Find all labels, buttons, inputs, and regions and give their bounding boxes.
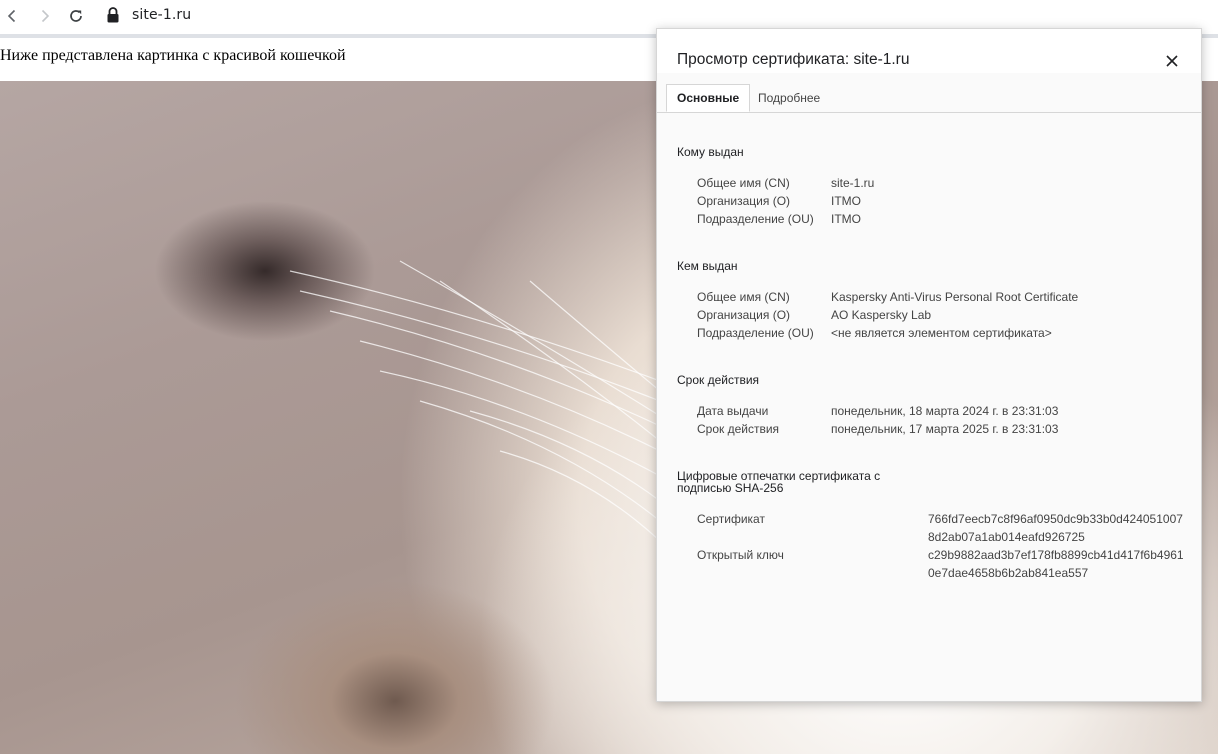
issue-date-value: понедельник, 18 марта 2024 г. в 23:31:03 [831, 404, 1059, 418]
reload-button[interactable] [64, 4, 88, 28]
back-button[interactable] [0, 4, 24, 28]
tab-general[interactable]: Основные [666, 84, 751, 112]
cert-fingerprint-label: Сертификат [697, 512, 765, 526]
reload-icon [70, 10, 82, 22]
address-bar-url[interactable]: site-1.ru [132, 7, 191, 23]
page-caption: Ниже представлена картинка с красивой ко… [0, 47, 346, 64]
lock-icon [107, 7, 119, 23]
close-button[interactable] [1162, 51, 1182, 71]
fingerprints-heading-line2: подписью SHA-256 [677, 481, 784, 495]
issued-to-ou-label: Подразделение (OU) [697, 212, 814, 226]
site-info-button[interactable] [106, 6, 120, 24]
issued-by-heading: Кем выдан [677, 259, 738, 273]
arrow-left-icon [7, 9, 16, 23]
dialog-header: Просмотр сертификата: site-1.ru [657, 29, 1201, 73]
issued-by-o-value: AO Kaspersky Lab [831, 308, 932, 322]
issued-by-ou-label: Подразделение (OU) [697, 326, 814, 340]
arrow-right-icon [41, 9, 50, 23]
cert-fingerprint-value: 766fd7eecb7c8f96af0950dc9b33b0d424051007… [928, 512, 1183, 544]
issued-to-ou-value: ITMO [831, 212, 861, 226]
certificate-dialog: Просмотр сертификата: site-1.ru Основные… [656, 28, 1202, 702]
expiry-date-value: понедельник, 17 марта 2025 г. в 23:31:03 [831, 422, 1059, 436]
issued-by-cn-value: Kaspersky Anti-Virus Personal Root Certi… [831, 290, 1079, 304]
validity-heading: Срок действия [677, 373, 760, 387]
issued-by-ou-value: <не является элементом сертификата> [831, 326, 1052, 340]
dialog-title: Просмотр сертификата: site-1.ru [677, 51, 910, 68]
issued-by-cn-label: Общее имя (CN) [697, 290, 790, 304]
issued-by-o-label: Организация (O) [697, 308, 791, 322]
issued-to-o-label: Организация (O) [697, 194, 791, 208]
close-icon [1166, 55, 1178, 67]
pubkey-fingerprint-label: Открытый ключ [697, 548, 784, 562]
forward-button[interactable] [33, 4, 57, 28]
pubkey-fingerprint-value: c29b9882aad3b7ef178fb8899cb41d417f6b4961… [928, 548, 1184, 580]
issued-to-cn-label: Общее имя (CN) [697, 176, 790, 190]
expiry-date-label: Срок действия [697, 422, 780, 436]
tab-details[interactable]: Подробнее [748, 84, 830, 111]
issue-date-label: Дата выдачи [697, 404, 769, 418]
issued-to-o-value: ITMO [831, 194, 861, 208]
dialog-tabs: Основные Подробнее [657, 84, 1201, 113]
issued-to-heading: Кому выдан [677, 145, 744, 159]
issued-to-cn-value: site-1.ru [831, 176, 875, 190]
